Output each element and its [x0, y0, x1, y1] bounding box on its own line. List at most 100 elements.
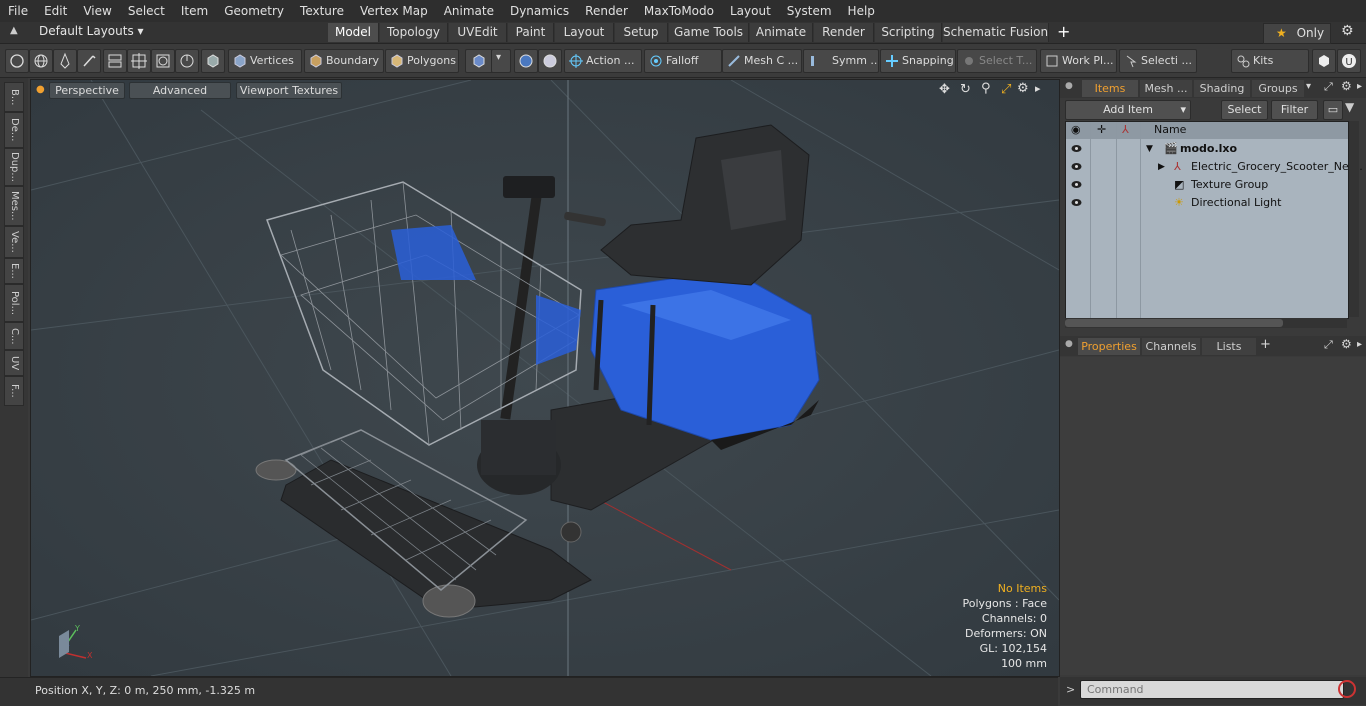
tab-paint[interactable]: Paint [508, 23, 554, 42]
menu-item[interactable]: Item [173, 0, 216, 22]
viewport-menu-dot-icon[interactable]: ● [36, 84, 45, 95]
falloff-button[interactable]: Falloff [644, 49, 722, 73]
expand-right-icon[interactable]: ▶ [1158, 158, 1165, 176]
material-dropdown[interactable]: ▾ [491, 49, 511, 73]
menu-help[interactable]: Help [840, 0, 883, 22]
name-column-header[interactable]: Name [1154, 123, 1186, 136]
props-arrow-icon[interactable]: ▸ [1357, 339, 1362, 350]
tab-groups[interactable]: Groups [1252, 80, 1304, 97]
layout-arrow-icon[interactable]: ▲ [10, 25, 18, 36]
props-gear-icon[interactable]: ⚙ [1341, 337, 1352, 351]
select-through-button[interactable]: Select T... [957, 49, 1037, 73]
3d-viewport[interactable]: Y X ● Perspective Advanced Viewport Text… [30, 79, 1060, 677]
left-tab-uv[interactable]: UV [4, 350, 24, 376]
pan-icon[interactable]: ✥ [939, 82, 950, 97]
maximize-icon[interactable]: ⤢ [1001, 82, 1011, 97]
symmetry-button[interactable]: Symm ... [803, 49, 879, 73]
tab-uvedit[interactable]: UVEdit [449, 23, 507, 42]
left-tab-curve[interactable]: C... [4, 322, 24, 350]
kits-button[interactable]: Kits [1231, 49, 1309, 73]
snap-b-button[interactable] [538, 49, 562, 73]
modo-cube-button[interactable] [1312, 49, 1336, 73]
tab-game-tools[interactable]: Game Tools [669, 23, 749, 42]
menu-animate[interactable]: Animate [436, 0, 502, 22]
tab-lists[interactable]: Lists [1202, 338, 1256, 355]
polygons-button[interactable]: Polygons [385, 49, 459, 73]
filter-button[interactable]: Filter [1271, 100, 1318, 120]
eye-icon[interactable] [1071, 162, 1082, 171]
add-props-tab-button[interactable]: + [1260, 337, 1271, 352]
select-sphere-button[interactable] [5, 49, 29, 73]
funnel-icon[interactable]: ▼ [1345, 100, 1354, 114]
tab-items[interactable]: Items [1082, 80, 1138, 97]
unreal-button[interactable]: U [1337, 49, 1361, 73]
tab-layout[interactable]: Layout [555, 23, 614, 42]
center-tool-button[interactable] [127, 49, 151, 73]
menu-vertex-map[interactable]: Vertex Map [352, 0, 436, 22]
add-item-button[interactable]: Add Item ▾ [1065, 100, 1191, 120]
left-tab-mesh[interactable]: Mes... [4, 186, 24, 226]
tab-scripting[interactable]: Scripting [875, 23, 942, 42]
item-row-directional-light[interactable]: ☀ Directional Light [1066, 194, 1348, 212]
item-row-texture-group[interactable]: ◩ Texture Group [1066, 176, 1348, 194]
panel-gear-icon[interactable]: ⚙ [1341, 79, 1352, 93]
axis-column-icon[interactable]: ⅄ [1122, 123, 1129, 136]
left-tab-fusion[interactable]: F... [4, 376, 24, 406]
item-mode-button[interactable] [201, 49, 225, 73]
record-icon[interactable] [1338, 680, 1356, 698]
menu-dynamics[interactable]: Dynamics [502, 0, 577, 22]
eye-icon[interactable] [1071, 198, 1082, 207]
eye-icon[interactable] [1071, 144, 1082, 153]
globe-button[interactable] [29, 49, 53, 73]
pie-tool-button[interactable] [175, 49, 199, 73]
panel-arrow-icon[interactable]: ▸ [1357, 81, 1362, 92]
vertices-button[interactable]: Vertices [228, 49, 302, 73]
left-tab-vertex[interactable]: Ve... [4, 226, 24, 258]
circle-box-button[interactable] [151, 49, 175, 73]
left-tab-polygon[interactable]: Pol... [4, 284, 24, 322]
pen-tool-button[interactable] [53, 49, 77, 73]
tab-mesh[interactable]: Mesh ... [1140, 80, 1192, 97]
tab-model[interactable]: Model [328, 23, 379, 42]
layout-gear-icon[interactable]: ⚙ [1341, 23, 1354, 39]
eye-icon[interactable] [1071, 180, 1082, 189]
snapping-button[interactable]: Snapping [880, 49, 956, 73]
advanced-button[interactable]: Advanced [129, 82, 231, 99]
mesh-constraint-button[interactable]: Mesh C ... [722, 49, 802, 73]
props-menu-dot-icon[interactable]: ● [1065, 339, 1073, 349]
left-tab-duplicate[interactable]: Dup... [4, 148, 24, 186]
menu-system[interactable]: System [779, 0, 840, 22]
viewport-expand-icon[interactable]: ▸ [1035, 82, 1041, 95]
menu-view[interactable]: View [75, 0, 119, 22]
props-expand-icon[interactable]: ⤢ [1324, 338, 1333, 352]
menu-layout[interactable]: Layout [722, 0, 779, 22]
tab-properties[interactable]: Properties [1078, 338, 1140, 355]
left-tab-edge[interactable]: E... [4, 258, 24, 284]
menu-edit[interactable]: Edit [36, 0, 75, 22]
collapse-button[interactable]: ▭ [1323, 100, 1343, 120]
expand-arrow-icon[interactable]: ▼ [1146, 140, 1153, 158]
layout-preset-dropdown[interactable]: Default Layouts ▾ [39, 24, 144, 38]
item-row-scooter[interactable]: ▶ ⅄ Electric_Grocery_Scooter_Ne ... [1066, 158, 1363, 176]
left-tab-basic[interactable]: B... [4, 82, 24, 112]
rotate-icon[interactable]: ↻ [960, 82, 971, 97]
tab-channels[interactable]: Channels [1142, 338, 1200, 355]
menu-select[interactable]: Select [120, 0, 173, 22]
material-mode-button[interactable] [465, 49, 493, 73]
tab-animate[interactable]: Animate [750, 23, 813, 42]
lock-column-icon[interactable]: ✛ [1097, 123, 1106, 136]
items-hscrollbar[interactable] [1065, 318, 1347, 328]
brush-tool-button[interactable] [77, 49, 101, 73]
menu-file[interactable]: File [0, 0, 36, 22]
items-vscrollbar[interactable] [1349, 121, 1359, 317]
zoom-icon[interactable]: ⚲ [981, 81, 991, 96]
only-toggle[interactable]: ★ Only [1263, 23, 1331, 44]
left-tab-deform[interactable]: De... [4, 112, 24, 148]
tab-topology[interactable]: Topology [380, 23, 448, 42]
tab-setup[interactable]: Setup [615, 23, 668, 42]
command-input[interactable] [1080, 680, 1344, 699]
boundary-button[interactable]: Boundary [304, 49, 384, 73]
item-row-scene[interactable]: ▼ 🎬 modo.lxo [1066, 140, 1348, 158]
viewport-textures-button[interactable]: Viewport Textures [236, 82, 342, 99]
visibility-column-icon[interactable]: ◉ [1071, 123, 1081, 136]
